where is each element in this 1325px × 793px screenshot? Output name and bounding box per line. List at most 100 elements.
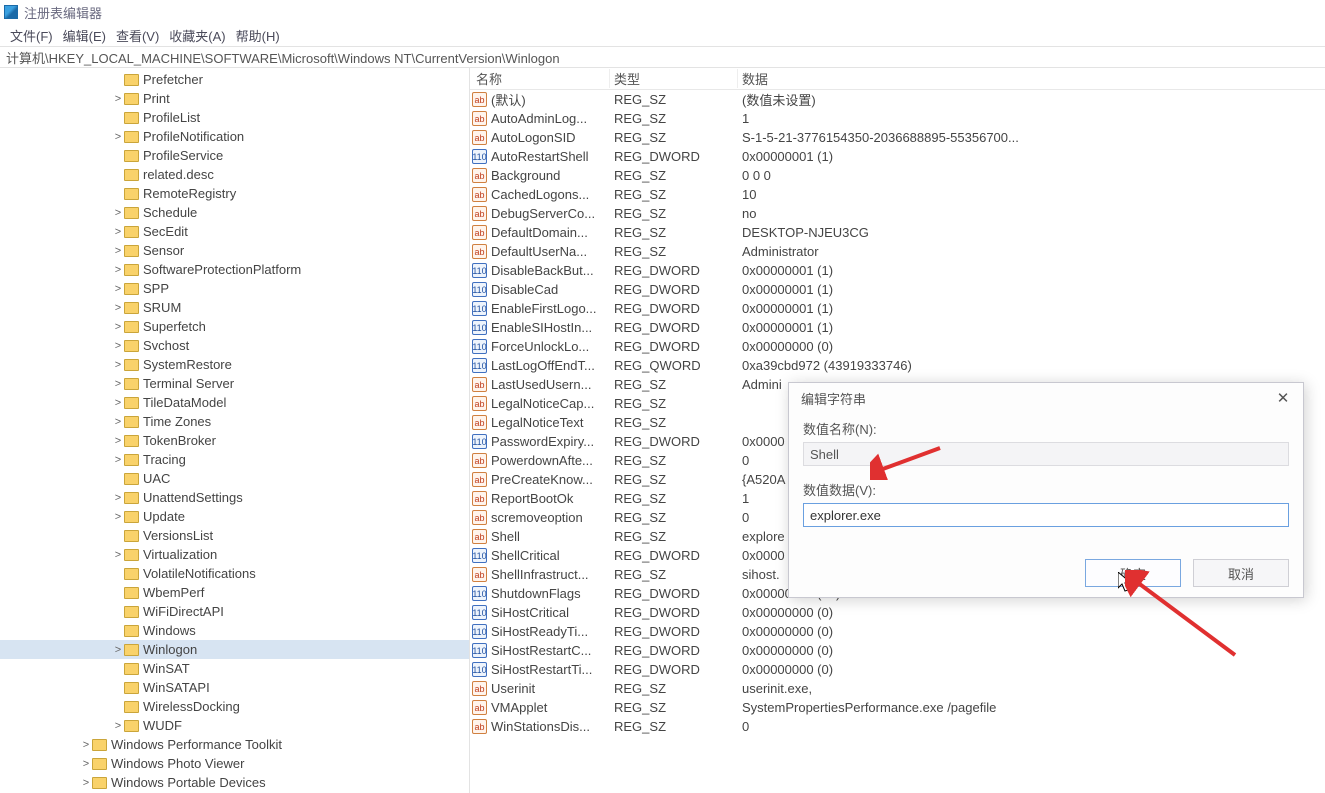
list-row[interactable]: abAutoLogonSIDREG_SZS-1-5-21-3776154350-… <box>470 128 1325 147</box>
expand-icon[interactable]: > <box>112 435 124 447</box>
expand-icon[interactable]: > <box>80 777 92 789</box>
tree-item[interactable]: >SRUM <box>0 298 469 317</box>
expand-icon[interactable]: > <box>112 226 124 238</box>
expand-icon[interactable]: > <box>112 397 124 409</box>
list-row[interactable]: 110EnableSIHostIn...REG_DWORD0x00000001 … <box>470 318 1325 337</box>
col-name[interactable]: 名称 <box>470 69 610 88</box>
tree-item[interactable]: >Update <box>0 507 469 526</box>
tree-item[interactable]: >VersionsList <box>0 526 469 545</box>
expand-icon[interactable]: > <box>112 416 124 428</box>
tree-item[interactable]: >TileDataModel <box>0 393 469 412</box>
tree-item[interactable]: >Windows <box>0 621 469 640</box>
tree-item[interactable]: >Prefetcher <box>0 70 469 89</box>
address-bar[interactable]: 计算机\HKEY_LOCAL_MACHINE\SOFTWARE\Microsof… <box>0 46 1325 68</box>
list-row[interactable]: abUserinitREG_SZuserinit.exe, <box>470 679 1325 698</box>
list-row[interactable]: 110AutoRestartShellREG_DWORD0x00000001 (… <box>470 147 1325 166</box>
list-row[interactable]: ab(默认)REG_SZ(数值未设置) <box>470 90 1325 109</box>
list-row[interactable]: abBackgroundREG_SZ0 0 0 <box>470 166 1325 185</box>
expand-icon[interactable]: > <box>80 739 92 751</box>
tree-item[interactable]: >Tracing <box>0 450 469 469</box>
expand-icon[interactable]: > <box>112 511 124 523</box>
tree-item[interactable]: >UnattendSettings <box>0 488 469 507</box>
expand-icon[interactable]: > <box>112 454 124 466</box>
expand-icon[interactable]: > <box>112 207 124 219</box>
tree-item[interactable]: >Time Zones <box>0 412 469 431</box>
tree-item[interactable]: >WiFiDirectAPI <box>0 602 469 621</box>
list-row[interactable]: 110DisableBackBut...REG_DWORD0x00000001 … <box>470 261 1325 280</box>
expand-icon[interactable]: > <box>112 340 124 352</box>
list-row[interactable]: abAutoAdminLog...REG_SZ1 <box>470 109 1325 128</box>
tree-item[interactable]: >SoftwareProtectionPlatform <box>0 260 469 279</box>
tree-item[interactable]: >WUDF <box>0 716 469 735</box>
tree-item[interactable]: >ProfileList <box>0 108 469 127</box>
expand-icon[interactable]: > <box>112 131 124 143</box>
value-type: REG_SZ <box>610 567 738 582</box>
list-row[interactable]: abDefaultDomain...REG_SZDESKTOP-NJEU3CG <box>470 223 1325 242</box>
list-row[interactable]: 110DisableCadREG_DWORD0x00000001 (1) <box>470 280 1325 299</box>
tree-item[interactable]: >Windows Performance Toolkit <box>0 735 469 754</box>
list-row[interactable]: abCachedLogons...REG_SZ10 <box>470 185 1325 204</box>
menu-file[interactable]: 文件(F) <box>6 26 57 45</box>
tree-item[interactable]: >related.desc <box>0 165 469 184</box>
list-row[interactable]: 110SiHostRestartC...REG_DWORD0x00000000 … <box>470 641 1325 660</box>
list-row[interactable]: 110EnableFirstLogo...REG_DWORD0x00000001… <box>470 299 1325 318</box>
expand-icon[interactable]: > <box>112 264 124 276</box>
tree-item[interactable]: >SPP <box>0 279 469 298</box>
tree-pane[interactable]: >Prefetcher>Print>ProfileList>ProfileNot… <box>0 68 470 793</box>
expand-icon[interactable]: > <box>112 93 124 105</box>
tree-item[interactable]: >Svchost <box>0 336 469 355</box>
tree-item[interactable]: >ProfileService <box>0 146 469 165</box>
col-type[interactable]: 类型 <box>610 69 738 88</box>
tree-item[interactable]: >WbemPerf <box>0 583 469 602</box>
tree-item[interactable]: >WinSAT <box>0 659 469 678</box>
expand-icon[interactable]: > <box>112 283 124 295</box>
tree-item[interactable]: >Virtualization <box>0 545 469 564</box>
menu-edit[interactable]: 编辑(E) <box>59 26 110 45</box>
tree-item[interactable]: >VolatileNotifications <box>0 564 469 583</box>
tree-item[interactable]: >TokenBroker <box>0 431 469 450</box>
expand-icon[interactable]: > <box>112 549 124 561</box>
menu-view[interactable]: 查看(V) <box>112 26 163 45</box>
tree-item[interactable]: >Print <box>0 89 469 108</box>
expand-icon[interactable]: > <box>112 644 124 656</box>
list-row[interactable]: abDefaultUserNa...REG_SZAdministrator <box>470 242 1325 261</box>
tree-item[interactable]: >SystemRestore <box>0 355 469 374</box>
list-row[interactable]: abWinStationsDis...REG_SZ0 <box>470 717 1325 736</box>
string-value-icon: ab <box>472 719 487 734</box>
tree-item[interactable]: >ProfileNotification <box>0 127 469 146</box>
close-icon[interactable]: ✕ <box>1271 389 1295 407</box>
menu-fav[interactable]: 收藏夹(A) <box>165 26 229 45</box>
tree-item[interactable]: >Windows Portable Devices <box>0 773 469 792</box>
list-row[interactable]: 110ForceUnlockLo...REG_DWORD0x00000000 (… <box>470 337 1325 356</box>
list-row[interactable]: 110LastLogOffEndT...REG_QWORD0xa39cbd972… <box>470 356 1325 375</box>
list-row[interactable]: abVMAppletREG_SZSystemPropertiesPerforma… <box>470 698 1325 717</box>
expand-icon[interactable]: > <box>112 302 124 314</box>
tree-item[interactable]: >Superfetch <box>0 317 469 336</box>
tree-item[interactable]: >Terminal Server <box>0 374 469 393</box>
expand-icon[interactable]: > <box>112 359 124 371</box>
tree-item[interactable]: >RemoteRegistry <box>0 184 469 203</box>
tree-item[interactable]: >Sensor <box>0 241 469 260</box>
list-row[interactable]: 110SiHostRestartTi...REG_DWORD0x00000000… <box>470 660 1325 679</box>
expand-icon[interactable]: > <box>80 758 92 770</box>
list-row[interactable]: 110SiHostCriticalREG_DWORD0x00000000 (0) <box>470 603 1325 622</box>
tree-item[interactable]: >Schedule <box>0 203 469 222</box>
value-data-field[interactable] <box>803 503 1289 527</box>
list-row[interactable]: abDebugServerCo...REG_SZno <box>470 204 1325 223</box>
expand-icon[interactable]: > <box>112 321 124 333</box>
expand-icon[interactable]: > <box>112 245 124 257</box>
col-data[interactable]: 数据 <box>738 69 1325 88</box>
menu-help[interactable]: 帮助(H) <box>232 26 284 45</box>
cancel-button[interactable]: 取消 <box>1193 559 1289 587</box>
tree-item[interactable]: >SecEdit <box>0 222 469 241</box>
tree-item[interactable]: >UAC <box>0 469 469 488</box>
expand-icon[interactable]: > <box>112 378 124 390</box>
ok-button[interactable]: 确定 <box>1085 559 1181 587</box>
tree-item[interactable]: >Windows Photo Viewer <box>0 754 469 773</box>
tree-item[interactable]: >WirelessDocking <box>0 697 469 716</box>
tree-item[interactable]: >WinSATAPI <box>0 678 469 697</box>
list-row[interactable]: 110SiHostReadyTi...REG_DWORD0x00000000 (… <box>470 622 1325 641</box>
tree-item[interactable]: >Winlogon <box>0 640 469 659</box>
expand-icon[interactable]: > <box>112 492 124 504</box>
expand-icon[interactable]: > <box>112 720 124 732</box>
